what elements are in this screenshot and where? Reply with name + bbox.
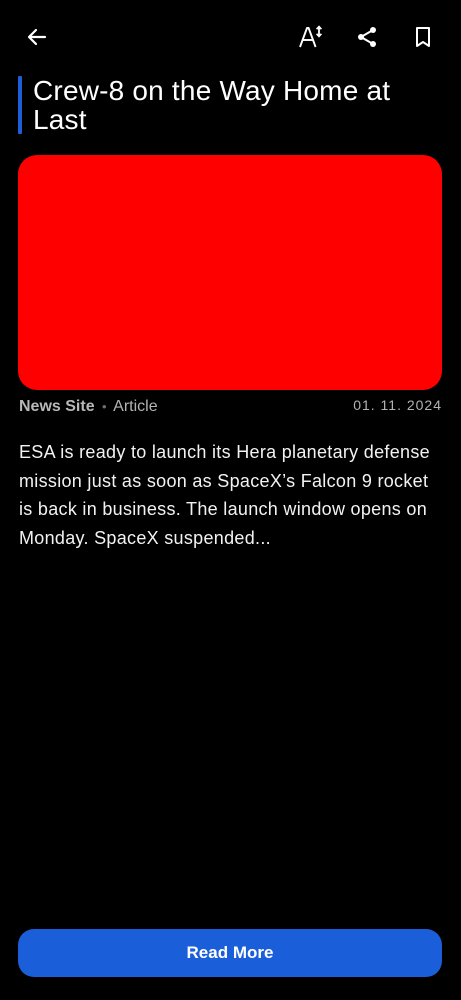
article-title: Crew-8 on the Way Home at Last	[33, 75, 391, 135]
article-image	[18, 155, 442, 390]
text-size-button[interactable]	[291, 17, 331, 57]
top-app-bar	[0, 0, 461, 76]
share-icon	[358, 27, 376, 47]
arrow-left-icon	[27, 28, 47, 46]
bookmark-button[interactable]	[403, 17, 443, 57]
article-summary: ESA is ready to launch its Hera planetar…	[19, 442, 430, 548]
news-site-label: News Site	[19, 398, 95, 415]
article-title-block: Crew-8 on the Way Home at Last	[18, 76, 442, 134]
meta-separator: •	[102, 399, 107, 414]
text-size-icon	[299, 25, 322, 48]
article-date: 01. 11. 2024	[353, 397, 442, 413]
share-button[interactable]	[347, 17, 387, 57]
article-detail-screen: Crew-8 on the Way Home at Last News Site…	[0, 0, 461, 1000]
read-more-button[interactable]: Read More	[18, 929, 442, 977]
article-meta: News Site • Article 01. 11. 2024	[19, 397, 442, 418]
article-type-label: Article	[113, 398, 158, 415]
bookmark-outline-icon	[416, 27, 430, 47]
title-accent-bar	[18, 76, 22, 134]
back-button[interactable]	[17, 17, 57, 57]
